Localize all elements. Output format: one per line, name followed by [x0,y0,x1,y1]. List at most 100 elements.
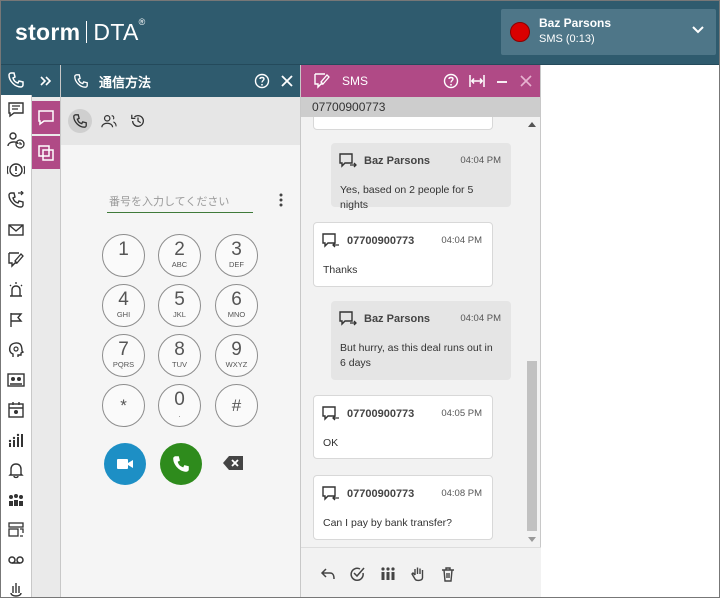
sms-panel: SMS 07700900773 Baz Parsons 04:04 PM Yes… [301,65,541,598]
nav-groups[interactable] [0,485,32,515]
phone-icon [74,74,88,88]
dialer-title: 通信方法 [99,74,152,90]
sms-panel-toggle[interactable] [32,101,60,134]
top-header: storm DTA® Baz Parsons SMS (0:13) [0,0,720,65]
key-3[interactable]: 3 DEF [215,234,258,277]
sms-thread[interactable]: Baz Parsons 04:04 PM Yes, based on 2 peo… [301,117,541,547]
key-1[interactable]: 1 [102,234,145,277]
message-bubble-sent: Baz Parsons 04:04 PM But hurry, as this … [331,301,511,380]
nav-flags[interactable] [0,305,32,335]
nav-analytics[interactable] [0,575,32,598]
tab-contacts[interactable] [97,109,121,133]
key-4[interactable]: 4 GHI [102,284,145,327]
message-text: But hurry, as this deal runs out in 6 da… [340,342,493,369]
id-cards-icon [7,373,25,387]
logo-storm-text: storm [15,19,81,45]
key-digit: 6 [231,289,242,310]
nav-layers[interactable] [0,515,32,545]
scroll-up-arrow-icon[interactable] [528,121,536,127]
key-6[interactable]: 6 MNO [215,284,258,327]
copy-panel-toggle[interactable] [32,136,60,169]
key-letters: ABC [171,260,188,269]
key-9[interactable]: 9 WXYZ [215,334,258,377]
bell-icon [8,463,24,479]
reply-icon[interactable] [320,566,336,582]
message-text: Yes, based on 2 people for 5 nights [340,184,474,211]
tab-keypad[interactable] [68,109,92,133]
message-text: Thanks [323,264,358,276]
nav-phone[interactable] [0,65,32,95]
group-transfer-icon[interactable] [380,566,396,582]
backspace-icon[interactable] [222,455,244,471]
key-5[interactable]: 5 JKL [158,284,201,327]
chevron-down-icon[interactable] [690,21,706,37]
hold-hand-icon[interactable] [410,566,426,582]
message-sender: 07700900773 [347,408,415,420]
key-letters: MNO [227,310,246,319]
phone-icon [8,72,24,88]
nav-compose[interactable] [0,245,32,275]
active-call-pill[interactable]: Baz Parsons SMS (0:13) [501,9,716,55]
key-letters: DEF [229,260,244,269]
history-icon [131,114,144,127]
key-digit: 0 [174,389,185,410]
key-letters: TUV [172,360,187,369]
tab-history[interactable] [126,109,150,133]
analytics-hand-icon [10,583,22,597]
secondary-rail [32,65,61,598]
key-8[interactable]: 8 TUV [158,334,201,377]
nav-team-stats[interactable] [0,425,32,455]
group-icon [9,494,23,506]
chat-icon [8,102,24,118]
logo-dta-text: DTA [93,19,139,45]
key-hash[interactable]: # [215,384,258,427]
check-circle-icon[interactable] [349,566,365,582]
call-button[interactable] [160,443,202,485]
main-nav-rail [0,65,32,598]
nav-calendar[interactable] [0,395,32,425]
dialer-header: 通信方法 [61,65,300,97]
close-icon[interactable] [518,73,534,89]
key-digit: # [231,396,242,415]
message-time: 04:04 PM [441,235,482,246]
nav-contacts-history[interactable] [0,125,32,155]
key-0[interactable]: 0. [158,384,201,427]
close-icon[interactable] [279,73,295,89]
nav-alarms[interactable] [0,275,32,305]
flag-icon [10,313,23,327]
help-icon[interactable] [443,73,459,89]
trash-icon[interactable] [440,566,456,582]
scroll-thumb[interactable] [527,361,537,531]
double-chevron-right-icon [40,76,52,86]
expand-width-icon[interactable] [469,73,485,89]
key-7[interactable]: 7 PQRS [102,334,145,377]
scroll-down-arrow-icon[interactable] [528,537,536,543]
help-icon[interactable] [254,73,270,89]
thread-scrollbar[interactable] [524,117,540,547]
mail-icon [8,224,24,236]
logo-reg-mark: ® [138,17,146,27]
nav-chat[interactable] [0,95,32,125]
recording-indicator-icon [510,22,530,42]
phone-number-input[interactable] [107,191,253,213]
nav-email[interactable] [0,215,32,245]
head-icon [8,342,25,357]
nav-profile[interactable] [0,335,32,365]
expand-panels-button[interactable] [32,65,60,97]
nav-voicemail[interactable] [0,545,32,575]
nav-notifications[interactable] [0,455,32,485]
minimize-icon[interactable] [494,73,510,89]
nav-directory[interactable] [0,365,32,395]
key-2[interactable]: 2 ABC [158,234,201,277]
message-bubble-received: 07700900773 04:08 PM Can I pay by bank t… [313,475,493,540]
contacts-icon [101,115,117,128]
key-letters: WXYZ [225,360,248,369]
nav-alerts[interactable] [0,155,32,185]
nav-call-transfer[interactable] [0,185,32,215]
video-call-button[interactable] [104,443,146,485]
more-options-icon[interactable] [278,192,284,208]
key-letters: GHI [116,310,131,319]
sms-title: SMS [342,74,369,88]
key-star[interactable]: * [102,384,145,427]
message-received-icon [322,233,339,248]
